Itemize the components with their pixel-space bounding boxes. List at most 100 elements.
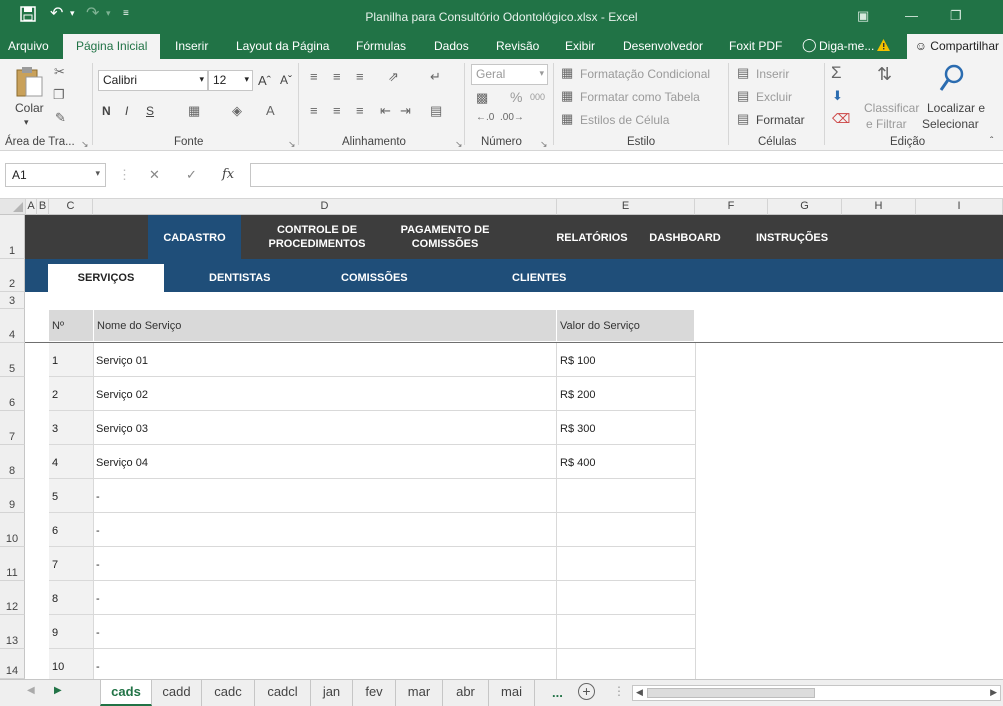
scroll-left-icon[interactable]: ◀ bbox=[636, 687, 643, 698]
format-as-table-icon[interactable]: ▦ bbox=[561, 88, 573, 104]
fill-icon[interactable]: ⬇ bbox=[832, 88, 843, 104]
cell-service-value[interactable] bbox=[557, 513, 695, 547]
grow-font-icon[interactable]: Aˆ bbox=[258, 73, 271, 88]
collapse-ribbon-icon[interactable]: ˆ bbox=[990, 136, 993, 147]
cell-service-value[interactable] bbox=[557, 479, 695, 513]
header-service-value[interactable]: Valor do Serviço bbox=[557, 310, 694, 341]
borders-icon[interactable]: ▦ bbox=[188, 103, 200, 119]
row-header[interactable]: 6 bbox=[0, 377, 25, 411]
sheet-tab-fev[interactable]: fev bbox=[353, 680, 396, 706]
italic-button[interactable]: I bbox=[125, 104, 128, 118]
sheet-tab-cadd[interactable]: cadd bbox=[152, 680, 202, 706]
cut-icon[interactable]: ✂ bbox=[54, 64, 65, 80]
sheet-tab-abr[interactable]: abr bbox=[443, 680, 489, 706]
column-header[interactable]: B bbox=[37, 199, 49, 215]
column-header[interactable]: A bbox=[26, 199, 37, 215]
column-header[interactable]: C bbox=[49, 199, 93, 215]
percent-button[interactable]: % bbox=[510, 89, 522, 105]
row-header[interactable]: 11 bbox=[0, 547, 25, 581]
row-header[interactable]: 3 bbox=[0, 292, 25, 309]
warning-icon[interactable] bbox=[876, 38, 891, 55]
nav-relatorios[interactable]: RELATÓRIOS bbox=[545, 231, 639, 245]
cell-service-name[interactable]: - bbox=[93, 479, 557, 513]
format-cells-icon[interactable]: ▤ bbox=[737, 111, 749, 127]
scroll-right-icon[interactable]: ▶ bbox=[54, 685, 62, 696]
sheet-tab-cads[interactable]: cads bbox=[100, 680, 152, 706]
horizontal-scrollbar[interactable]: ◀ ▶ bbox=[632, 685, 1001, 701]
thousands-button[interactable]: 000 bbox=[530, 92, 545, 102]
more-sheets-button[interactable]: ... bbox=[552, 685, 563, 700]
font-name-select[interactable]: Calibri ▾ bbox=[98, 70, 208, 91]
cell-service-value[interactable] bbox=[557, 547, 695, 581]
cell-num[interactable]: 6 bbox=[49, 513, 93, 547]
autosum-icon[interactable]: Σ bbox=[831, 63, 842, 83]
increase-indent-icon[interactable]: ⇥ bbox=[400, 103, 411, 119]
clipboard-launcher-icon[interactable]: ↘ bbox=[81, 139, 89, 150]
cell-num[interactable]: 2 bbox=[49, 377, 93, 411]
cell-service-value[interactable]: R$ 100 bbox=[557, 343, 695, 377]
conditional-format-button[interactable]: Formatação Condicional bbox=[580, 67, 710, 81]
formula-input[interactable] bbox=[250, 163, 1003, 187]
number-launcher-icon[interactable]: ↘ bbox=[540, 139, 548, 150]
tab-layout[interactable]: Layout da Página bbox=[236, 39, 329, 53]
delete-cells-icon[interactable]: ▤ bbox=[737, 88, 749, 104]
sheet-tab-cadcl[interactable]: cadcl bbox=[255, 680, 311, 706]
tab-formulas[interactable]: Fórmulas bbox=[356, 39, 406, 53]
align-top-icon[interactable]: ≡ bbox=[310, 69, 318, 84]
row-header[interactable]: 9 bbox=[0, 479, 25, 513]
cell-service-value[interactable]: R$ 200 bbox=[557, 377, 695, 411]
decrease-indent-icon[interactable]: ⇤ bbox=[380, 103, 391, 119]
sort-filter-label-2[interactable]: e Filtrar bbox=[866, 117, 907, 131]
find-select-icon[interactable] bbox=[938, 63, 966, 96]
scrollbar-thumb[interactable] bbox=[647, 688, 815, 698]
align-left-icon[interactable]: ≡ bbox=[310, 103, 318, 118]
nav-instrucoes[interactable]: INSTRUÇÕES bbox=[745, 231, 839, 245]
format-as-table-button[interactable]: Formatar como Tabela bbox=[580, 90, 700, 104]
row-header[interactable]: 12 bbox=[0, 581, 25, 615]
cell-num[interactable]: 10 bbox=[49, 649, 93, 683]
column-header[interactable]: I bbox=[916, 199, 1003, 215]
align-center-icon[interactable]: ≡ bbox=[333, 103, 341, 118]
cell-num[interactable]: 8 bbox=[49, 581, 93, 615]
subnav-servicos[interactable]: SERVIÇOS bbox=[48, 264, 164, 292]
shrink-font-icon[interactable]: Aˇ bbox=[280, 73, 292, 87]
nav-pagamento-comissoes[interactable]: PAGAMENTO DE COMISSÕES bbox=[383, 223, 507, 251]
row-header[interactable]: 13 bbox=[0, 615, 25, 649]
row-header[interactable]: 4 bbox=[0, 309, 25, 343]
name-box[interactable]: A1 ▾ bbox=[5, 163, 106, 187]
cell-num[interactable]: 1 bbox=[49, 343, 93, 377]
row-header[interactable]: 1 bbox=[0, 215, 25, 259]
sheet-tab-mai[interactable]: mai bbox=[489, 680, 535, 706]
sort-filter-icon[interactable]: ⇅ bbox=[877, 64, 892, 85]
nav-cadastro[interactable]: CADASTRO bbox=[148, 231, 241, 245]
align-middle-icon[interactable]: ≡ bbox=[333, 69, 341, 84]
font-size-select[interactable]: 12 ▾ bbox=[208, 70, 253, 91]
cell-service-name[interactable]: - bbox=[93, 513, 557, 547]
increase-decimal-icon[interactable]: ←.0 bbox=[476, 112, 494, 123]
tab-pagina-inicial[interactable]: Página Inicial bbox=[63, 34, 161, 59]
sort-filter-label-1[interactable]: Classificar bbox=[864, 101, 919, 115]
select-all[interactable] bbox=[0, 199, 26, 215]
font-color-icon[interactable]: A bbox=[266, 103, 275, 118]
insert-cells-icon[interactable]: ▤ bbox=[737, 65, 749, 81]
new-sheet-icon[interactable]: + bbox=[578, 683, 595, 700]
cell-num[interactable]: 4 bbox=[49, 445, 93, 479]
column-header[interactable]: G bbox=[768, 199, 842, 215]
cell-service-name[interactable]: Serviço 01 bbox=[93, 343, 557, 377]
font-launcher-icon[interactable]: ↘ bbox=[288, 139, 296, 150]
scroll-right-icon[interactable]: ▶ bbox=[990, 687, 997, 698]
cell-service-name[interactable]: - bbox=[93, 547, 557, 581]
cell-service-value[interactable] bbox=[557, 615, 695, 649]
subnav-comissoes[interactable]: COMISSÕES bbox=[341, 272, 408, 284]
header-service-name[interactable]: Nome do Serviço bbox=[94, 310, 556, 341]
cell-service-name[interactable]: - bbox=[93, 649, 557, 683]
cell-service-name[interactable]: Serviço 02 bbox=[93, 377, 557, 411]
cell-styles-button[interactable]: Estilos de Célula bbox=[580, 113, 669, 127]
align-bottom-icon[interactable]: ≡ bbox=[356, 69, 364, 84]
conditional-format-icon[interactable]: ▦ bbox=[561, 65, 573, 81]
wrap-text-icon[interactable]: ↵ bbox=[430, 69, 441, 85]
nav-dashboard[interactable]: DASHBOARD bbox=[639, 231, 731, 245]
row-header[interactable]: 5 bbox=[0, 343, 25, 377]
tab-revisao[interactable]: Revisão bbox=[496, 39, 539, 53]
sheet-tab-mar[interactable]: mar bbox=[396, 680, 443, 706]
